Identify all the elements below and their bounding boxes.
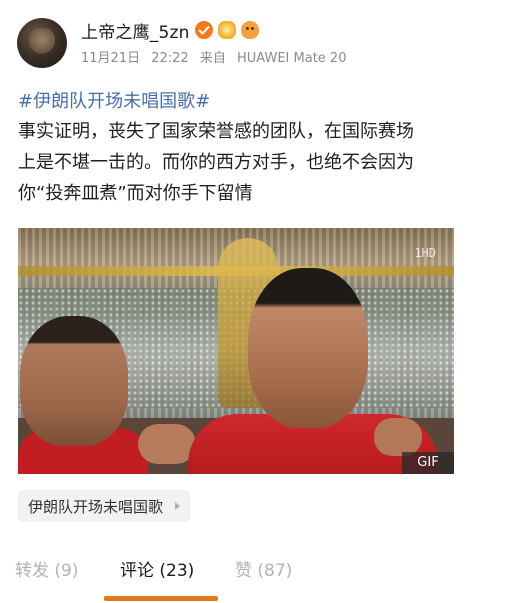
source-prefix: 来自 (199, 51, 226, 66)
post-meta: 11月21日 22:22 来自 HUAWEI Mate 20 (81, 47, 353, 66)
chevron-right-icon (175, 502, 181, 510)
tab-likes-label: 赞 (235, 561, 252, 581)
verified-badge-icon[interactable] (194, 21, 213, 39)
tab-likes[interactable]: 赞 (87) (235, 556, 292, 581)
post-text: 事实证明，丧失了国家荣誉感的团队，在国际赛场 上是不堪一击的。而你的西方对手，也… (18, 116, 506, 209)
topic-chip[interactable]: 伊朗队开场未唱国歌 (18, 490, 191, 522)
post-media-gif[interactable]: 1HD GIF (18, 228, 454, 474)
post-hashtag[interactable]: #伊朗队开场未唱国歌# (18, 87, 210, 113)
post-text-line: 你“投奔皿煮”而对你手下留情 (18, 183, 253, 204)
tab-reposts[interactable]: 转发 (9) (15, 556, 79, 581)
player-hand (374, 418, 422, 456)
post-text-line: 上是不堪一击的。而你的西方对手，也绝不会因为 (18, 152, 414, 173)
active-tab-indicator (104, 596, 218, 601)
broadcast-watermark: 1HD (414, 246, 436, 260)
tab-comments[interactable]: 评论 (23) (120, 556, 194, 581)
flower-badge-icon[interactable] (217, 21, 236, 39)
avatar[interactable] (17, 18, 67, 68)
author-line: 上帝之鹰_5zn (81, 17, 259, 43)
gif-badge: GIF (402, 452, 454, 474)
post-tabs: 转发 (9) 评论 (23) 赞 (87) (0, 550, 523, 603)
player-left-head (20, 316, 128, 446)
post-time: 22:22 (151, 51, 189, 66)
topic-chip-label: 伊朗队开场未唱国歌 (28, 497, 164, 516)
tab-comments-count: (23) (159, 561, 195, 581)
tab-reposts-label: 转发 (15, 561, 49, 581)
weibo-post: 上帝之鹰_5zn 11月21日 22:22 来自 HUAWEI Mate 20 … (0, 0, 523, 603)
tab-likes-count: (87) (257, 561, 293, 581)
player-right-head (248, 268, 368, 428)
author-name[interactable]: 上帝之鹰_5zn (81, 18, 190, 43)
cat-badge-icon[interactable] (240, 21, 259, 39)
source-device: HUAWEI Mate 20 (237, 51, 347, 66)
tab-reposts-count: (9) (54, 561, 79, 581)
tab-comments-label: 评论 (120, 561, 154, 581)
post-text-line: 事实证明，丧失了国家荣誉感的团队，在国际赛场 (18, 121, 414, 142)
post-date: 11月21日 (81, 51, 141, 66)
